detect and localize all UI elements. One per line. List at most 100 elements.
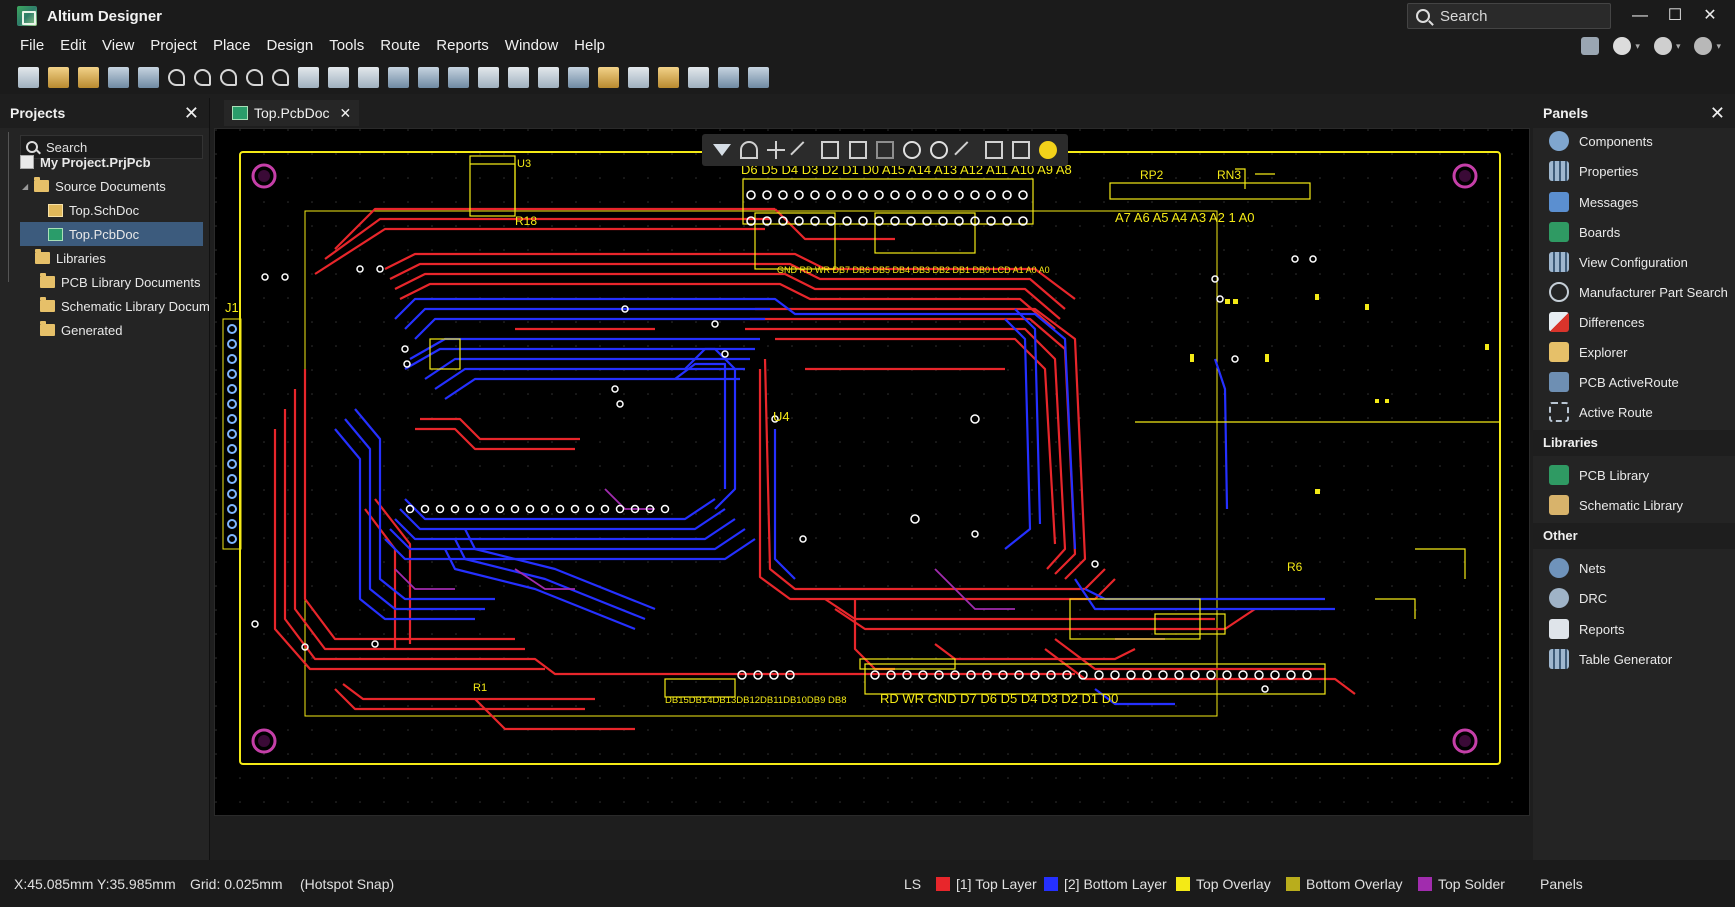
panels-close-icon[interactable]: ✕	[1710, 103, 1725, 124]
panel-item-properties[interactable]: Properties	[1533, 156, 1735, 186]
tree-item-generated[interactable]: Generated	[40, 318, 205, 342]
panel-item-view-configuration[interactable]: View Configuration	[1533, 247, 1735, 277]
menu-file[interactable]: File	[12, 32, 52, 60]
undo-history-icon[interactable]	[220, 68, 237, 86]
tree-item-pcb-library-documents[interactable]: PCB Library Documents	[40, 270, 210, 294]
interactive-route-icon[interactable]	[821, 141, 840, 159]
global-search-input[interactable]: Search	[1407, 3, 1611, 29]
tab-top-pcbdoc[interactable]: Top.PcbDoc ✕	[224, 100, 360, 126]
menu-view[interactable]: View	[94, 32, 142, 60]
save-all-icon[interactable]	[138, 66, 159, 88]
menu-tools[interactable]: Tools	[321, 32, 372, 60]
crosshair-icon[interactable]	[767, 141, 786, 159]
browse-components-icon[interactable]	[598, 66, 619, 88]
panel-item-explorer[interactable]: Explorer	[1533, 337, 1735, 367]
select-icon[interactable]	[478, 66, 499, 88]
expand-arrow-icon[interactable]: ◢	[22, 182, 28, 191]
print-icon[interactable]	[388, 66, 409, 88]
close-window-button[interactable]: ✕	[1694, 4, 1726, 28]
layer-tab-bottom-layer[interactable]: [2] Bottom Layer	[1044, 876, 1167, 892]
panel-item-components[interactable]: Components	[1533, 126, 1735, 156]
place-pad-icon[interactable]	[1039, 141, 1058, 159]
redo-icon[interactable]	[194, 68, 211, 86]
layer-tab-top-overlay[interactable]: Top Overlay	[1176, 876, 1271, 892]
fit-board-icon[interactable]	[718, 66, 739, 88]
panel-item-pcb-library[interactable]: PCB Library	[1533, 460, 1735, 490]
open-folder-icon[interactable]	[48, 66, 69, 88]
panel-item-messages[interactable]: Messages	[1533, 187, 1735, 217]
tree-item-libraries[interactable]: Libraries	[35, 246, 205, 270]
menu-help[interactable]: Help	[566, 32, 613, 60]
save-icon[interactable]	[108, 66, 129, 88]
place-polygon-icon[interactable]	[1012, 141, 1031, 159]
settings-gear-icon[interactable]	[1613, 37, 1632, 55]
menu-project[interactable]: Project	[142, 32, 205, 60]
place-component-icon[interactable]	[848, 141, 867, 159]
tree-item-project[interactable]: My Project.PrjPcb	[20, 150, 205, 174]
settings-caret-icon[interactable]: ▾	[1635, 41, 1640, 52]
paste-icon[interactable]	[358, 66, 379, 88]
pin-icon[interactable]	[739, 141, 758, 159]
menu-place[interactable]: Place	[205, 32, 259, 60]
projects-close-icon[interactable]: ✕	[184, 103, 199, 124]
open-project-icon[interactable]	[78, 66, 99, 88]
zoom-area-icon[interactable]	[448, 66, 469, 88]
refresh-icon[interactable]	[272, 68, 289, 86]
panel-item-schematic-library[interactable]: Schematic Library	[1533, 490, 1735, 520]
move-icon[interactable]	[508, 66, 529, 88]
notifications-icon[interactable]	[1581, 37, 1600, 55]
user-caret-icon[interactable]: ▾	[1716, 41, 1721, 52]
panel-item-active-route[interactable]: Active Route	[1533, 397, 1735, 427]
tab-close-icon[interactable]: ✕	[339, 105, 351, 122]
menu-design[interactable]: Design	[259, 32, 322, 60]
layer-tab-bottom-overlay[interactable]: Bottom Overlay	[1286, 876, 1402, 892]
filter-icon[interactable]	[628, 66, 649, 88]
cross-probe-icon[interactable]	[568, 66, 589, 88]
panel-item-boards[interactable]: Boards	[1533, 217, 1735, 247]
layer-tab-top-solder[interactable]: Top Solder	[1418, 876, 1505, 892]
panel-item-manufacturer-part-search[interactable]: Manufacturer Part Search	[1533, 277, 1735, 307]
user-icon[interactable]	[1694, 37, 1713, 55]
place-line-icon[interactable]	[953, 141, 980, 167]
place-via-icon[interactable]	[903, 141, 922, 159]
zoom-fit-icon[interactable]	[418, 66, 439, 88]
cut-icon[interactable]	[298, 66, 319, 88]
panel-item-table-generator[interactable]: Table Generator	[1533, 644, 1735, 674]
menu-route[interactable]: Route	[372, 32, 428, 60]
layer-set-button[interactable]: LS	[904, 876, 921, 892]
undo-icon[interactable]	[168, 68, 185, 86]
tree-item-top-pcbdoc[interactable]: Top.PcbDoc	[20, 222, 203, 246]
projects-side-strip[interactable]	[8, 132, 16, 282]
differential-pair-icon[interactable]	[875, 141, 894, 159]
redo-history-icon[interactable]	[246, 68, 263, 86]
copy-icon[interactable]	[328, 66, 349, 88]
layer-tab-top-layer[interactable]: [1] Top Layer	[936, 876, 1037, 892]
inspector-icon[interactable]	[658, 66, 679, 88]
tree-item-source-documents[interactable]: ◢ Source Documents	[22, 174, 207, 198]
account-icon[interactable]	[1653, 37, 1672, 55]
menu-edit[interactable]: Edit	[52, 32, 94, 60]
panels-button[interactable]: Panels	[1540, 876, 1583, 892]
place-arc-icon[interactable]	[930, 141, 949, 159]
new-document-icon[interactable]	[18, 66, 39, 88]
tree-item-schematic-library-documents[interactable]: Schematic Library Docum	[40, 294, 210, 318]
net-icon[interactable]	[688, 66, 709, 88]
panel-item-reports[interactable]: Reports	[1533, 614, 1735, 644]
panel-item-pcb-activeroute[interactable]: PCB ActiveRoute	[1533, 367, 1735, 397]
menu-window[interactable]: Window	[497, 32, 566, 60]
account-caret-icon[interactable]: ▾	[1676, 41, 1681, 52]
drc-icon	[1549, 588, 1569, 608]
tree-item-top-schdoc[interactable]: Top.SchDoc	[48, 198, 203, 222]
menu-reports[interactable]: Reports	[428, 32, 497, 60]
panel-item-nets[interactable]: Nets	[1533, 553, 1735, 583]
place-fill-icon[interactable]	[984, 141, 1003, 159]
pcb-editor-canvas[interactable]: D6 D5 D4 D3 D2 D1 D0 A15 A14 A13 A12 A11…	[214, 128, 1530, 816]
filter-icon[interactable]	[712, 144, 731, 156]
panel-item-differences[interactable]: Differences	[1533, 307, 1735, 337]
minimize-button[interactable]: —	[1624, 4, 1656, 28]
route-icon[interactable]	[790, 141, 816, 167]
panel-item-drc[interactable]: DRC	[1533, 583, 1735, 613]
deselect-icon[interactable]	[538, 66, 559, 88]
maximize-button[interactable]: ☐	[1659, 4, 1691, 28]
view-3d-icon[interactable]	[748, 66, 769, 88]
